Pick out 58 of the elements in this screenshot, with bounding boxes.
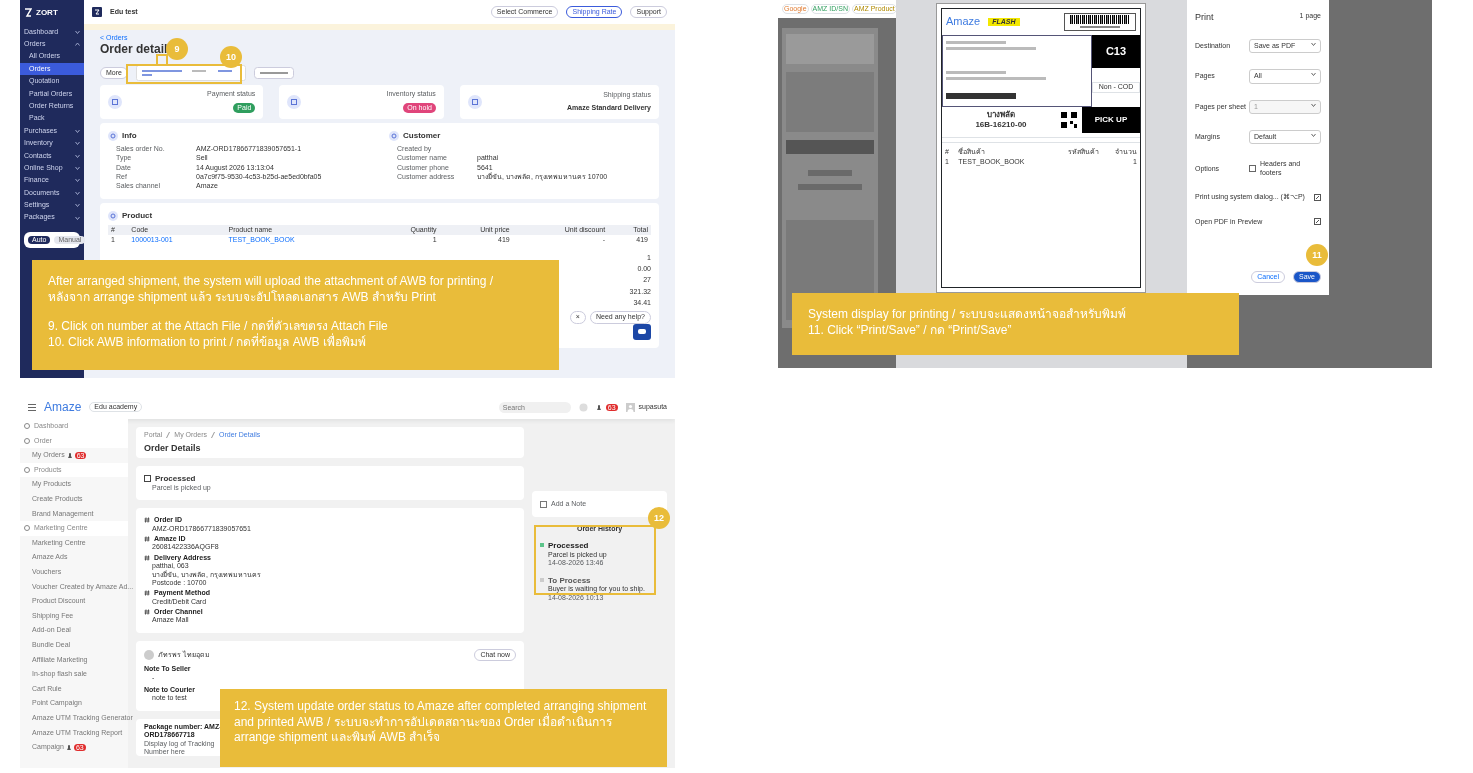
district-name: บางพลัด	[986, 110, 1016, 120]
settings-icon	[578, 402, 588, 412]
callout-text: 9. Click on number at the Attach File / กดที่ตัวเลขตรง Attach File	[48, 319, 389, 334]
section-icon	[108, 210, 118, 221]
page-title: Order detail	[100, 42, 168, 57]
external-link-icon	[1314, 218, 1321, 226]
section-icon	[389, 130, 400, 141]
route-code: 16B-16210-00	[974, 119, 1028, 130]
document-icon	[144, 475, 151, 483]
checkbox[interactable]	[1249, 165, 1256, 173]
status-icon	[467, 94, 482, 109]
note-icon	[540, 500, 547, 508]
callout-text: 12. System update order status to Amaze after completed arranging shipment and printed AWB / ระบบจะทำการอัปเดตสถานะของ Order เมื่อดำเนินการ arrange shipment และพิมพ์ AWB สำเร็จ	[234, 699, 648, 746]
callout-text: 11. Click “Print/Save” / กด “Print/Save”	[808, 322, 1013, 339]
hash-icon	[144, 590, 150, 597]
caret-icon	[1311, 132, 1316, 137]
logo-icon	[24, 8, 32, 18]
callout-text: 10. Click AWB information to print / กดที่ข้อมูล AWB เพื่อพิมพ์	[48, 334, 367, 351]
status-icon	[108, 94, 122, 109]
step-number-badge: 9	[166, 38, 188, 60]
separator-icon	[166, 431, 171, 439]
callout-text: System display for printing / ระบบจะแสดงหน้าจอสำหรับพิมพ์	[808, 307, 1127, 323]
hash-icon	[144, 536, 150, 543]
menu-icon	[28, 403, 36, 411]
history-status: To Process	[548, 575, 592, 586]
section-title: Customer	[403, 131, 441, 141]
caret-icon	[1311, 72, 1316, 77]
avatar-icon	[625, 402, 635, 412]
sort-code: C13	[1092, 35, 1140, 69]
status-title: Processed	[155, 474, 196, 484]
history-status: Processed	[548, 541, 590, 551]
caret-icon	[1311, 102, 1316, 107]
page-title: Order Details	[144, 443, 202, 455]
section-icon	[24, 525, 30, 532]
section-icon	[24, 467, 30, 474]
section-title: Info	[122, 131, 137, 141]
qr-code-icon	[1060, 110, 1078, 129]
external-link-icon	[1314, 193, 1321, 201]
section-icon	[108, 130, 118, 141]
hash-icon	[144, 609, 150, 616]
hash-icon	[144, 517, 150, 524]
section-title: Product	[122, 210, 153, 221]
barcode-drawing	[1064, 13, 1136, 31]
brand-logo: Amaze	[44, 399, 82, 415]
pickup-label: PICK UP	[1082, 107, 1140, 133]
separator-icon	[210, 431, 215, 439]
caret-icon	[1311, 41, 1316, 46]
step-number-badge: 12	[648, 507, 670, 529]
step-number-badge: 10	[220, 46, 242, 68]
brand-logo: Amaze	[946, 15, 981, 29]
callout-text: After arranged shipment, the system will upload the attachment of AWB for printing / หลังจาก arrange shipment แล้ว ระบบจะอัปโหลดเอกสาร AWB สำหรับ Print	[48, 274, 495, 306]
dialog-title: Print	[1195, 12, 1214, 23]
logo-text: ZORT	[36, 8, 58, 18]
chat-icon	[633, 323, 651, 340]
hash-icon	[144, 554, 150, 561]
shop-icon	[92, 7, 102, 17]
status-icon	[287, 94, 302, 109]
avatar-icon	[144, 650, 154, 661]
